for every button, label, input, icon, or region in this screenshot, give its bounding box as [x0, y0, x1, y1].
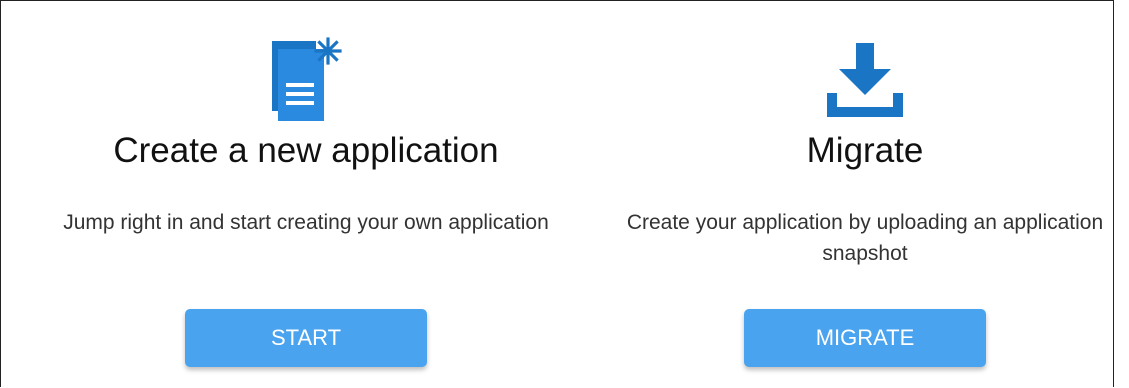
card-description: Jump right in and start creating your ow…: [63, 211, 549, 234]
start-button[interactable]: START: [185, 309, 427, 367]
card-description: Create your application by uploading an …: [626, 211, 1104, 265]
document-new-icon: [272, 37, 342, 121]
download-icon: [827, 43, 903, 117]
options-panel: Create a new application Jump right in a…: [0, 0, 1114, 387]
card-title: Create a new application: [113, 131, 499, 170]
icon-container: [585, 31, 1129, 121]
card-title: Migrate: [806, 131, 924, 170]
migrate-button[interactable]: MIGRATE: [744, 309, 986, 367]
icon-container: [26, 31, 586, 121]
create-application-card: Create a new application Jump right in a…: [26, 1, 586, 388]
migrate-card: Migrate Create your application by uploa…: [585, 1, 1129, 388]
